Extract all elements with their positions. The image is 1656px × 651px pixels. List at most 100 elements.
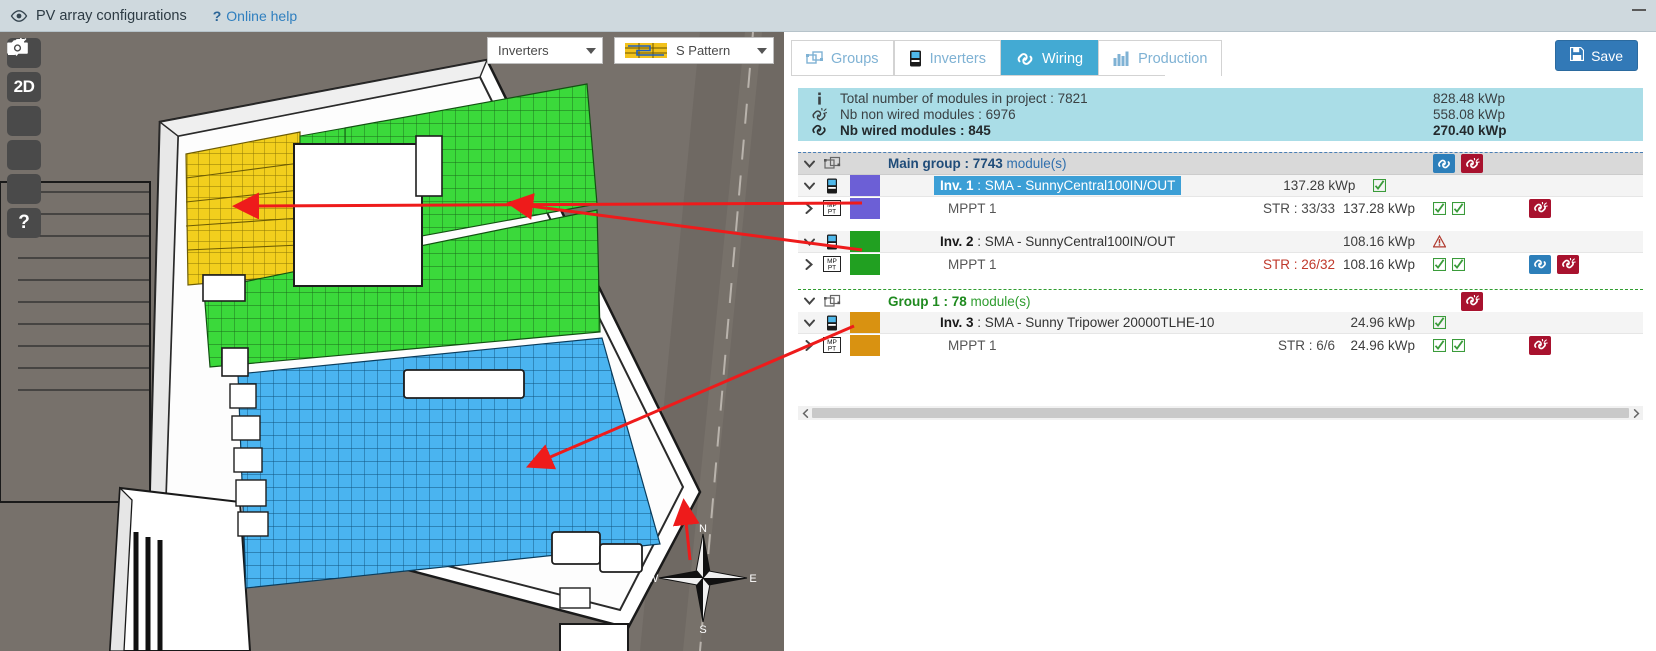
table-row[interactable]: MP PT MPPT 1 STR : 33/33 137.28 kWp	[798, 197, 1643, 219]
color-swatch	[850, 253, 880, 275]
unlink-modules-button[interactable]	[1529, 198, 1551, 218]
table-row[interactable]: MP PT MPPT 1 STR : 26/32 108.16 kWp	[798, 253, 1643, 275]
minimize-icon[interactable]	[1632, 9, 1646, 11]
tab-groups[interactable]: Groups	[791, 40, 894, 76]
group-frame-icon	[820, 156, 844, 171]
scrollbar-track[interactable]	[812, 406, 1629, 420]
display-mode-select[interactable]: Inverters	[487, 37, 603, 64]
broken-chain-icon	[798, 107, 840, 122]
tab-inverters[interactable]: Inverters	[893, 40, 1001, 76]
row-actions	[1371, 179, 1583, 192]
snapshot-button[interactable]	[7, 40, 41, 204]
tab-production-label: Production	[1138, 50, 1208, 67]
inverter-icon	[820, 178, 844, 194]
tab-wiring[interactable]: Wiring	[1000, 40, 1099, 76]
chevron-right-icon[interactable]	[1629, 406, 1643, 420]
row-actions	[1431, 335, 1643, 355]
chevron-down-icon[interactable]	[798, 319, 820, 327]
unlink-modules-button[interactable]	[1557, 254, 1579, 274]
save-button[interactable]: Save	[1555, 40, 1638, 71]
inverter-model: : SMA - Sunny Tripower 20000TLHE-10	[973, 315, 1215, 330]
view-2d-label: 2D	[13, 77, 35, 96]
chevron-right-icon[interactable]	[798, 202, 820, 214]
power-value: 108.16 kWp	[1342, 256, 1415, 272]
mppt-label: MPPT 1	[948, 337, 997, 353]
chevron-down-icon[interactable]	[798, 160, 820, 168]
online-help-link[interactable]: Online help	[226, 8, 297, 24]
power-value: 24.96 kWp	[1350, 315, 1415, 330]
group-modules: module(s)	[966, 293, 1031, 309]
window-titlebar: PV array configurations ? Online help	[0, 0, 1656, 32]
inverter-icon	[820, 315, 844, 331]
svg-text:PT: PT	[828, 265, 836, 272]
status-check-icon	[1433, 257, 1446, 271]
status-check-icon	[1452, 338, 1465, 352]
chevron-down-icon[interactable]	[798, 238, 820, 246]
power-value: 24.96 kWp	[1350, 337, 1415, 353]
table-row[interactable]: Group 1 : 78 module(s)	[798, 289, 1643, 312]
chevron-left-icon[interactable]	[798, 406, 812, 420]
page-title: PV array configurations	[36, 7, 187, 24]
groups-icon	[806, 50, 823, 67]
table-row[interactable]: Inv. 3 : SMA - Sunny Tripower 20000TLHE-…	[798, 312, 1643, 334]
link-modules-button[interactable]	[1529, 254, 1551, 274]
chevron-down-icon[interactable]	[798, 297, 820, 305]
power-value: 137.28 kWp	[1342, 200, 1415, 216]
unlink-modules-button[interactable]	[1461, 291, 1483, 311]
help-question-label: ?	[18, 212, 30, 233]
status-check-icon	[1452, 201, 1465, 215]
row-actions	[1431, 254, 1643, 274]
unlink-modules-button[interactable]	[1529, 335, 1551, 355]
table-row[interactable]: Main group : 7743 module(s)	[798, 152, 1643, 175]
wiring-summary-box: Total number of modules in project : 782…	[798, 88, 1643, 141]
scrollbar-thumb[interactable]	[812, 408, 1629, 418]
3d-viewport[interactable]: 2D ? Inverters S Pattern N S E W	[0, 32, 784, 651]
wiring-pattern-select[interactable]: S Pattern	[614, 37, 774, 64]
color-swatch	[850, 175, 880, 196]
status-check-icon	[1433, 338, 1446, 352]
chevron-down-icon	[757, 47, 767, 54]
unlink-modules-button[interactable]	[1461, 154, 1483, 173]
group-name: Main group : 7743	[888, 156, 1003, 171]
chevron-right-icon[interactable]	[798, 258, 820, 270]
chevron-down-icon	[586, 47, 596, 54]
compass-west-label: W	[648, 573, 659, 585]
pan-move-button[interactable]	[7, 39, 41, 136]
tab-wiring-label: Wiring	[1041, 50, 1084, 67]
unwire-button[interactable]	[7, 38, 41, 170]
chevron-down-icon[interactable]	[798, 182, 820, 190]
info-icon	[798, 92, 840, 105]
mppt-icon: MP PT	[820, 200, 844, 216]
chevron-right-icon[interactable]	[798, 339, 820, 351]
summary-wired-text: Nb wired modules : 845	[840, 122, 991, 138]
status-check-icon	[1452, 257, 1465, 271]
tree-horizontal-scrollbar[interactable]	[798, 406, 1643, 420]
row-actions	[1431, 235, 1643, 248]
inverter-icon	[909, 50, 922, 67]
table-row[interactable]: Inv. 2 : SMA - SunnyCentral100IN/OUT 108…	[798, 231, 1643, 253]
table-row[interactable]: Inv. 1 : SMA - SunnyCentral100IN/OUT 137…	[798, 175, 1643, 197]
power-value: 137.28 kWp	[1283, 178, 1356, 193]
inverter-model: : SMA - SunnyCentral100IN/OUT	[973, 234, 1176, 249]
group-name: Group 1 : 78	[888, 293, 967, 309]
status-check-icon	[1433, 316, 1446, 329]
view-2d-button[interactable]: 2D	[7, 72, 41, 102]
floppy-disk-icon	[1569, 46, 1585, 64]
power-value: 108.16 kWp	[1342, 234, 1415, 249]
viewport-help-button[interactable]: ?	[7, 208, 41, 238]
link-modules-button[interactable]	[1433, 154, 1455, 173]
summary-total-text: Total number of modules in project : 782…	[840, 91, 1088, 107]
table-row[interactable]: MP PT MPPT 1 STR : 6/6 24.96 kWp	[798, 334, 1643, 356]
color-swatch	[850, 334, 880, 356]
display-mode-value: Inverters	[498, 43, 549, 58]
row-gap	[798, 275, 1643, 289]
svg-text:PT: PT	[828, 346, 836, 353]
svg-text:PT: PT	[828, 209, 836, 216]
warning-triangle-icon	[1433, 235, 1446, 248]
status-check-icon	[1433, 201, 1446, 215]
wiring-tree[interactable]: Main group : 7743 module(s) Inv. 1: SMA…	[798, 152, 1643, 405]
mppt-label: MPPT 1	[948, 200, 997, 216]
group-label: Group 1 : 78 module(s)	[888, 294, 1241, 309]
tab-production[interactable]: Production	[1098, 40, 1223, 76]
tabs-baseline	[791, 75, 1165, 76]
